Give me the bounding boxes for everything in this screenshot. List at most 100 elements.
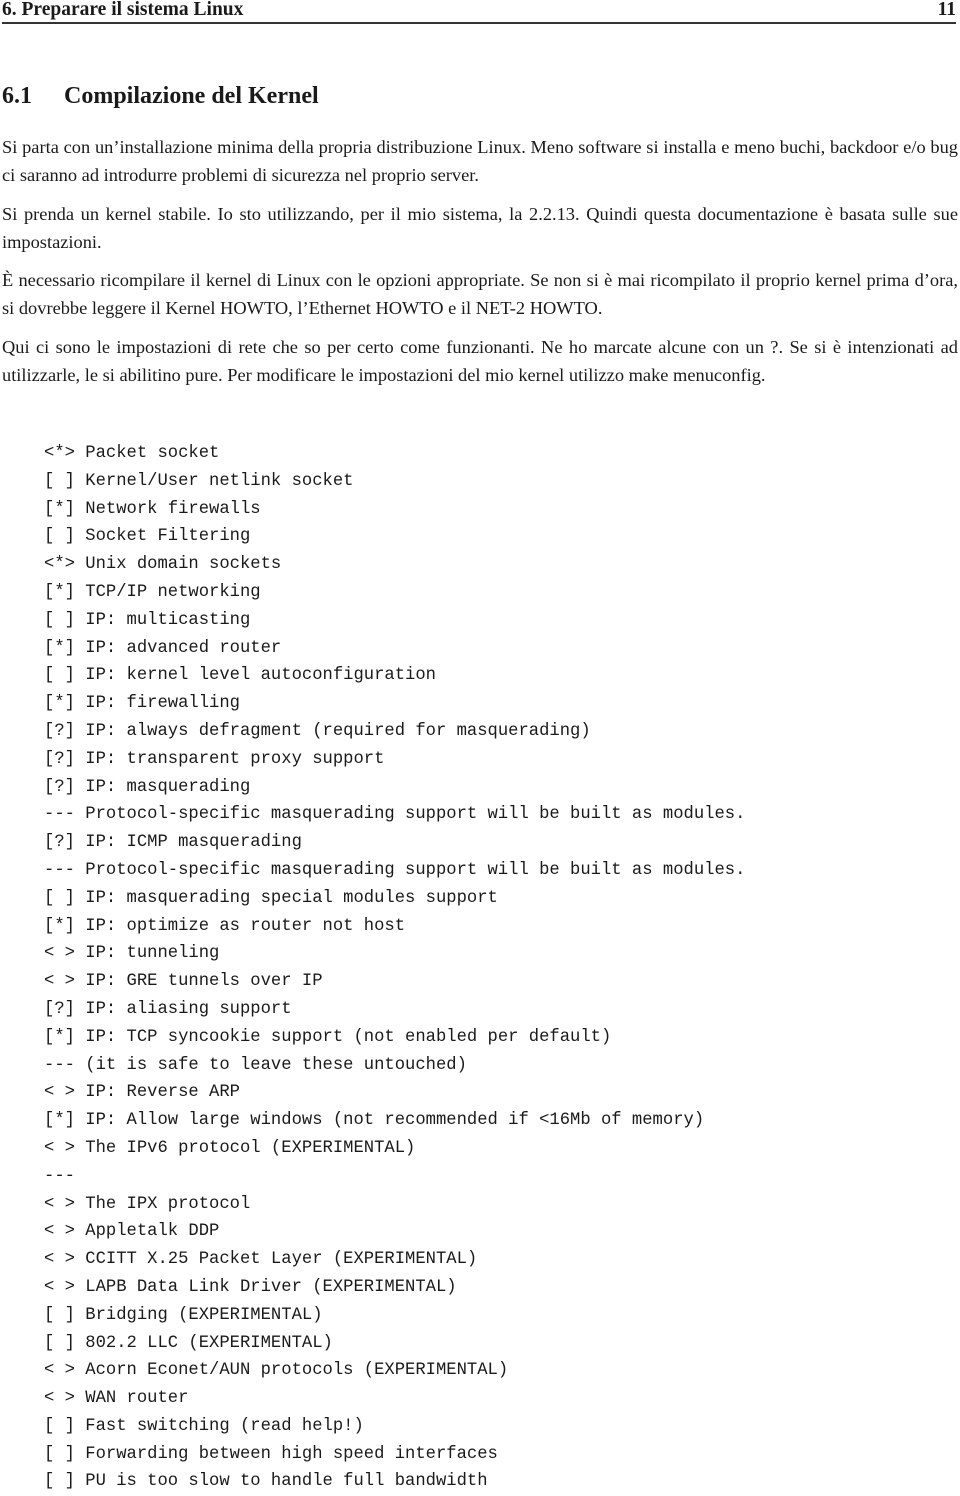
config-option-line: [ ] Kernel/User netlink socket <box>44 468 745 496</box>
config-option-marker: --- <box>44 805 75 825</box>
config-option-line: [ ] IP: masquerading special modules sup… <box>44 885 745 913</box>
config-option-label: Acorn Econet/AUN protocols (EXPERIMENTAL… <box>85 1361 509 1381</box>
config-option-label: Protocol-specific masquerading support w… <box>85 860 746 880</box>
config-option-line: [?] IP: always defragment (required for … <box>44 718 745 746</box>
config-option-line: [?] IP: masquerading <box>44 774 745 802</box>
config-option-label: PU is too slow to handle full bandwidth <box>85 1472 488 1492</box>
config-option-line: < > WAN router <box>44 1385 745 1413</box>
config-option-marker: [?] <box>44 777 75 797</box>
config-option-marker: < > <box>44 1250 75 1270</box>
config-option-line: < > IP: GRE tunnels over IP <box>44 968 745 996</box>
config-option-line: [*] IP: Allow large windows (not recomme… <box>44 1107 745 1135</box>
config-option-line: [ ] Fast switching (read help!) <box>44 1413 745 1441</box>
config-option-marker: [*] <box>44 582 75 602</box>
section-heading: 6.1 Compilazione del Kernel <box>2 80 319 112</box>
config-option-line: < > Acorn Econet/AUN protocols (EXPERIME… <box>44 1357 745 1385</box>
config-option-marker: [ ] <box>44 888 75 908</box>
config-option-line: < > CCITT X.25 Packet Layer (EXPERIMENTA… <box>44 1246 745 1274</box>
config-option-line: [*] Network firewalls <box>44 496 745 524</box>
chapter-title: 6. Preparare il sistema Linux <box>2 0 244 20</box>
config-option-line: [ ] IP: multicasting <box>44 607 745 635</box>
config-option-label: IP: firewalling <box>85 694 240 714</box>
config-option-label: Network firewalls <box>85 499 261 519</box>
config-option-line: --- Protocol-specific masquerading suppo… <box>44 857 745 885</box>
config-option-marker: [ ] <box>44 666 75 686</box>
config-option-marker: < > <box>44 1277 75 1297</box>
config-option-marker: < > <box>44 944 75 964</box>
config-option-line: <*> Packet socket <box>44 440 745 468</box>
config-option-marker: [*] <box>44 916 75 936</box>
config-option-marker: < > <box>44 1083 75 1103</box>
config-option-label: IP: Reverse ARP <box>85 1083 240 1103</box>
config-option-label: Fast switching (read help!) <box>85 1416 364 1436</box>
config-option-marker: [ ] <box>44 1472 75 1492</box>
config-option-marker: [*] <box>44 499 75 519</box>
config-option-line: < > The IPv6 protocol (EXPERIMENTAL) <box>44 1135 745 1163</box>
section-title: Compilazione del Kernel <box>64 83 319 109</box>
config-option-line: <*> Unix domain sockets <box>44 551 745 579</box>
config-option-marker: [*] <box>44 694 75 714</box>
config-option-label: The IPv6 protocol (EXPERIMENTAL) <box>85 1138 416 1158</box>
paragraph-network-settings: Qui ci sono le impostazioni di rete che … <box>2 337 958 385</box>
config-option-label: Forwarding between high speed interfaces <box>85 1444 498 1464</box>
config-option-label: IP: masquerading <box>85 777 251 797</box>
config-option-label: 802.2 LLC (EXPERIMENTAL) <box>85 1333 333 1353</box>
config-option-marker: [?] <box>44 999 75 1019</box>
config-option-line: [*] IP: advanced router <box>44 635 745 663</box>
config-option-label: (it is safe to leave these untouched) <box>85 1055 467 1075</box>
paragraph-minimal-install: Si parta con un’installazione minima del… <box>2 137 958 185</box>
config-option-line: --- Protocol-specific masquerading suppo… <box>44 801 745 829</box>
config-option-label: LAPB Data Link Driver (EXPERIMENTAL) <box>85 1277 457 1297</box>
config-option-label: IP: Allow large windows (not recommended… <box>85 1111 705 1131</box>
config-option-line: --- <box>44 1163 745 1191</box>
config-option-marker: < > <box>44 972 75 992</box>
config-option-label: TCP/IP networking <box>85 582 261 602</box>
config-option-line: < > Appletalk DDP <box>44 1218 745 1246</box>
config-option-line: [ ] PU is too slow to handle full bandwi… <box>44 1468 745 1496</box>
config-option-label: IP: advanced router <box>85 638 282 658</box>
config-option-line: < > IP: Reverse ARP <box>44 1079 745 1107</box>
config-option-label: Packet socket <box>85 444 220 463</box>
config-option-marker: < > <box>44 1222 75 1242</box>
config-option-label: Socket Filtering <box>85 527 251 547</box>
config-option-label: Unix domain sockets <box>85 555 282 575</box>
kernel-config-listing: <*> Packet socket[ ] Kernel/User netlink… <box>44 440 745 1496</box>
config-option-line: --- (it is safe to leave these untouched… <box>44 1052 745 1080</box>
config-option-label: Protocol-specific masquerading support w… <box>85 805 746 825</box>
config-option-marker: [ ] <box>44 527 75 547</box>
running-header: 6. Preparare il sistema Linux 11 <box>2 0 956 24</box>
config-option-marker: [ ] <box>44 1416 75 1436</box>
config-option-label: IP: transparent proxy support <box>85 749 385 769</box>
config-option-marker: [*] <box>44 638 75 658</box>
config-option-line: < > The IPX protocol <box>44 1191 745 1219</box>
config-option-label: CCITT X.25 Packet Layer (EXPERIMENTAL) <box>85 1250 478 1270</box>
config-option-line: [?] IP: ICMP masquerading <box>44 829 745 857</box>
config-option-marker: <*> <box>44 555 75 575</box>
config-option-marker: < > <box>44 1138 75 1158</box>
config-option-marker: --- <box>44 860 75 880</box>
config-option-label: IP: aliasing support <box>85 999 292 1019</box>
config-option-label: IP: masquerading special modules support <box>85 888 498 908</box>
config-option-line: [*] IP: optimize as router not host <box>44 913 745 941</box>
config-option-line: [*] TCP/IP networking <box>44 579 745 607</box>
config-option-marker: [ ] <box>44 1333 75 1353</box>
config-option-marker: [ ] <box>44 471 75 491</box>
config-option-marker: < > <box>44 1389 75 1409</box>
config-option-label: The IPX protocol <box>85 1194 251 1214</box>
config-option-line: [*] IP: firewalling <box>44 690 745 718</box>
config-option-marker: <*> <box>44 444 75 463</box>
config-option-line: < > IP: tunneling <box>44 940 745 968</box>
config-option-marker: --- <box>44 1055 75 1075</box>
config-option-label: IP: tunneling <box>85 944 220 964</box>
config-option-marker: [?] <box>44 833 75 853</box>
config-option-label: IP: always defragment (required for masq… <box>85 721 591 741</box>
config-option-line: [?] IP: transparent proxy support <box>44 746 745 774</box>
config-option-label: IP: multicasting <box>85 610 251 630</box>
config-option-label: Kernel/User netlink socket <box>85 471 354 491</box>
config-option-line: [ ] Socket Filtering <box>44 523 745 551</box>
config-option-label: IP: TCP syncookie support (not enabled p… <box>85 1027 612 1047</box>
paragraph-stable-kernel: Si prenda un kernel stabile. Io sto util… <box>2 204 958 252</box>
config-option-line: [ ] 802.2 LLC (EXPERIMENTAL) <box>44 1330 745 1358</box>
config-option-label: IP: kernel level autoconfiguration <box>85 666 436 686</box>
config-option-marker: [ ] <box>44 610 75 630</box>
